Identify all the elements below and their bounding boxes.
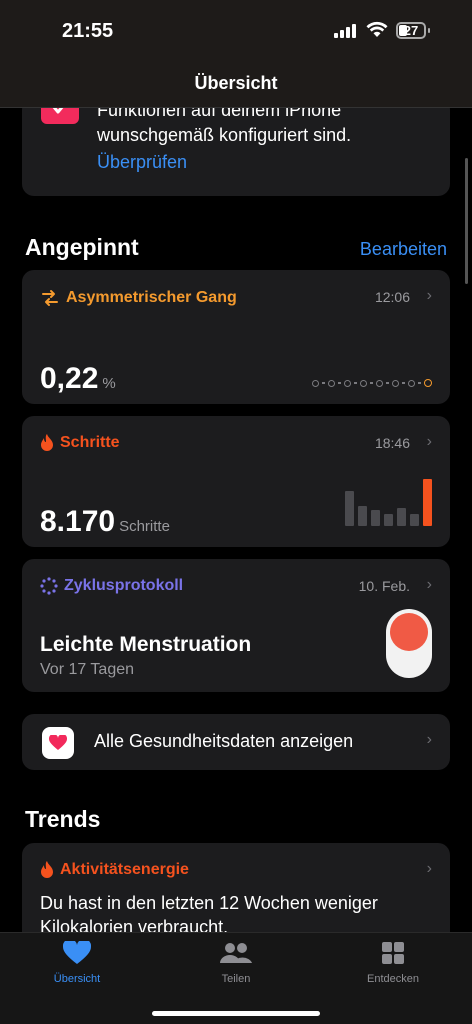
- steps-bar-chart: [345, 478, 432, 526]
- setup-notice-card: Funktionen auf deinem iPhone wunschgemäß…: [22, 108, 450, 196]
- heart-icon: [62, 938, 92, 964]
- status-time: 21:55: [62, 20, 114, 42]
- all-health-data-label: Alle Gesundheitsdaten anzeigen: [94, 731, 354, 751]
- menstruation-indicator: [386, 609, 432, 678]
- cycle-header: Zyklusprotokoll: [40, 577, 183, 595]
- battery-icon: 27: [396, 22, 426, 39]
- gait-header: Asymmetrischer Gang: [40, 288, 237, 308]
- summary-scroll-view[interactable]: Funktionen auf deinem iPhone wunschgemäß…: [0, 108, 472, 932]
- gait-label: Asymmetrischer Gang: [66, 289, 237, 306]
- steps-time: 18:46: [374, 435, 410, 451]
- gait-time: 12:06: [374, 289, 410, 305]
- trend-text: Du hast in den letzten 12 Wochen weniger…: [40, 893, 378, 932]
- steps-label: Schritte: [60, 434, 120, 451]
- gait-value-row: 0,22%: [40, 362, 116, 396]
- gait-sparkline: [312, 379, 432, 387]
- notice-text: Funktionen auf deinem iPhone wunschgemäß…: [97, 108, 352, 145]
- gait-unit: %: [102, 375, 116, 392]
- steps-value: 8.170: [40, 505, 116, 538]
- battery-level: 27: [403, 23, 419, 38]
- tab-summary[interactable]: Übersicht: [27, 938, 127, 985]
- status-bar: 21:55 27: [0, 0, 472, 60]
- scroll-indicator[interactable]: [465, 158, 468, 284]
- cellular-signal-icon: [334, 24, 356, 38]
- asymmetric-gait-card[interactable]: Asymmetrischer Gang 12:06 › 0,22%: [22, 270, 450, 404]
- health-app-icon: [42, 727, 74, 759]
- chevron-right-icon: ›: [426, 860, 432, 877]
- checkmark-icon: [41, 108, 79, 124]
- trend-header: Aktivitätsenergie: [40, 861, 189, 879]
- tab-summary-label: Übersicht: [53, 973, 101, 985]
- wifi-icon: [366, 21, 388, 37]
- cycle-label: Zyklusprotokoll: [64, 577, 184, 594]
- cycle-time: 10. Feb.: [358, 578, 410, 594]
- steps-unit: Schritte: [119, 518, 170, 535]
- battery-tip: [428, 28, 430, 33]
- steps-value-row: 8.170 Schritte: [40, 505, 170, 539]
- flame-icon: [41, 861, 53, 878]
- navigation-bar: Übersicht: [0, 60, 472, 108]
- flame-icon: [41, 434, 53, 451]
- period-dot-icon: [390, 613, 428, 651]
- pinned-section-title: Angepinnt: [25, 234, 139, 260]
- chevron-right-icon: ›: [426, 433, 432, 450]
- edit-button[interactable]: Bearbeiten: [360, 239, 447, 260]
- tab-sharing-label: Teilen: [221, 973, 251, 985]
- tab-sharing[interactable]: Teilen: [186, 941, 286, 985]
- grid-icon: [382, 942, 404, 964]
- page-title: Übersicht: [194, 73, 278, 93]
- all-health-data-row[interactable]: Alle Gesundheitsdaten anzeigen ›: [22, 714, 450, 770]
- trends-section-title: Trends: [25, 806, 101, 832]
- steps-card[interactable]: Schritte 18:46 › 8.170 Schritte: [22, 416, 450, 547]
- home-indicator[interactable]: [152, 1011, 320, 1016]
- arrows-icon: [42, 290, 58, 306]
- gait-value: 0,22: [40, 362, 99, 395]
- trend-label: Aktivitätsenergie: [60, 861, 189, 878]
- cycle-tracking-card[interactable]: Zyklusprotokoll 10. Feb. › Leichte Menst…: [22, 559, 450, 692]
- tab-browse[interactable]: Entdecken: [343, 941, 443, 985]
- tab-bar: Übersicht Teilen Entdecken: [0, 932, 472, 1024]
- activity-energy-trend-card[interactable]: Aktivitätsenergie › Du hast in den letzt…: [22, 843, 450, 932]
- people-icon: [220, 943, 252, 963]
- cycle-title: Leichte Menstruation: [40, 633, 252, 656]
- cycle-dots-icon: [40, 577, 58, 595]
- chevron-right-icon: ›: [426, 576, 432, 593]
- review-link[interactable]: Überprüfen: [97, 152, 187, 173]
- chevron-right-icon: ›: [426, 287, 432, 304]
- chevron-right-icon: ›: [426, 731, 432, 748]
- cycle-subtitle: Vor 17 Tagen: [40, 661, 135, 678]
- steps-header: Schritte: [40, 434, 120, 452]
- tab-browse-label: Entdecken: [367, 973, 419, 985]
